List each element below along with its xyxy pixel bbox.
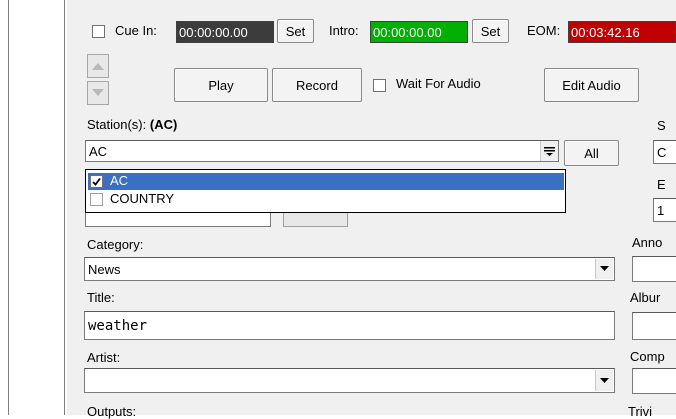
category-select[interactable]: News: [84, 257, 615, 281]
stations-selected-value: (AC): [149, 117, 178, 132]
station-option-country[interactable]: COUNTRY: [88, 191, 564, 208]
station-option-ac-checkbox[interactable]: [90, 175, 103, 188]
up-arrow-icon: [92, 63, 104, 70]
right-anno-label: Anno: [632, 235, 663, 250]
title-field[interactable]: weather: [84, 311, 615, 340]
chevron-down-icon: [600, 266, 609, 271]
eom-time[interactable]: 00:03:42.16: [568, 21, 676, 43]
stations-label: Station(s): (AC): [87, 117, 178, 132]
station-option-country-checkbox[interactable]: [90, 193, 103, 206]
intro-time[interactable]: 00:00:00.00: [370, 21, 468, 43]
right-s-label: S: [657, 118, 666, 133]
right-e-value: 1: [657, 202, 665, 218]
right-e-label: E: [657, 177, 666, 192]
intro-label: Intro:: [329, 23, 359, 38]
right-album-label: Albur: [630, 290, 661, 305]
stations-all-button[interactable]: All: [564, 140, 619, 166]
right-comp-field[interactable]: [632, 368, 676, 394]
chevron-down-icon: [600, 377, 609, 383]
checklist-dropdown-icon: [544, 146, 555, 156]
wait-for-audio-label: Wait For Audio: [396, 76, 481, 91]
cue-in-checkbox[interactable]: [92, 25, 105, 38]
hidden-button: [283, 213, 348, 227]
eom-label: EOM:: [527, 23, 561, 38]
down-arrow-icon: [92, 89, 104, 96]
right-e-field[interactable]: 1: [653, 198, 676, 222]
right-album-field[interactable]: [632, 312, 676, 340]
stations-dropdown-list: AC COUNTRY: [85, 169, 566, 213]
right-comp-label: Comp: [630, 349, 665, 364]
station-option-country-label: COUNTRY: [110, 191, 175, 206]
stations-combobox[interactable]: AC: [85, 140, 559, 162]
title-label: Title:: [87, 290, 115, 305]
stations-dropdown-button[interactable]: [540, 141, 558, 161]
edit-audio-button[interactable]: Edit Audio: [544, 68, 639, 102]
outputs-label: Outputs:: [87, 404, 137, 419]
station-option-ac-label: AC: [110, 173, 129, 188]
play-button[interactable]: Play: [174, 68, 268, 102]
intro-set-button[interactable]: Set: [472, 19, 509, 43]
right-s-field[interactable]: C: [653, 140, 676, 164]
category-value: News: [88, 261, 121, 277]
right-anno-field[interactable]: [632, 256, 676, 282]
record-button[interactable]: Record: [272, 68, 362, 102]
cue-in-label: Cue In:: [115, 23, 157, 38]
left-border-line: [8, 0, 9, 415]
checkmark-icon: [92, 177, 101, 186]
wait-for-audio-checkbox[interactable]: [373, 79, 386, 92]
hidden-field: [85, 213, 271, 227]
stations-combobox-value: AC: [89, 143, 108, 159]
right-s-value: C: [657, 144, 667, 160]
cue-in-time[interactable]: 00:00:00.00: [176, 21, 274, 43]
artist-dropdown-button[interactable]: [595, 370, 613, 391]
station-option-ac[interactable]: AC: [88, 173, 564, 190]
right-trivia-label: Trivi: [628, 404, 653, 419]
category-dropdown-button[interactable]: [595, 259, 613, 279]
move-up-button[interactable]: [87, 54, 109, 78]
title-value: weather: [88, 317, 148, 334]
cue-in-set-button[interactable]: Set: [277, 19, 314, 43]
artist-label: Artist:: [87, 350, 121, 365]
artist-select[interactable]: [84, 368, 615, 393]
move-down-button[interactable]: [87, 81, 109, 105]
category-label: Category:: [87, 237, 144, 252]
